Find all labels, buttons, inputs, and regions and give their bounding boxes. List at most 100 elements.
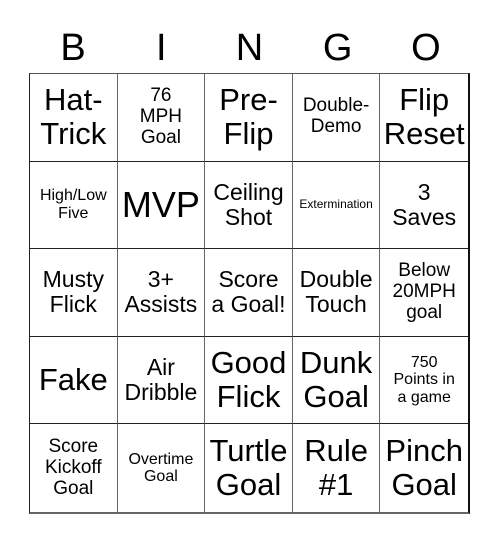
bingo-cell[interactable]: Flip Reset [380, 74, 468, 162]
bingo-cell-line: Goal [303, 379, 369, 415]
bingo-cell-line: Double- [302, 95, 370, 117]
bingo-cell-text: Fake [38, 362, 108, 398]
bingo-cell-text: Score a Goal! [211, 266, 285, 318]
bingo-cell-line: Ceiling [213, 178, 284, 205]
header-letter-b: B [60, 27, 86, 69]
bingo-cell-line: MPH [139, 105, 182, 127]
bingo-cell[interactable]: Air Dribble [117, 336, 206, 425]
bingo-cell[interactable]: Ceiling Shot [205, 161, 293, 250]
bingo-cell[interactable]: Fake [30, 336, 118, 425]
bingo-cell-line: 76 [150, 84, 172, 106]
bingo-cell[interactable]: Pinch Goal [380, 424, 468, 512]
bingo-cell[interactable]: Score Kickoff Goal [30, 424, 118, 512]
header-letter-n: N [235, 27, 264, 69]
bingo-cell-line: Reset [383, 116, 465, 152]
bingo-cell-line: Goal [143, 468, 178, 486]
bingo-cell[interactable]: Below 20MPH goal [380, 249, 468, 337]
bingo-cell-line: Flip [223, 116, 274, 152]
bingo-cell-text: Double- Demo [303, 96, 370, 138]
bingo-cell-line: Dunk [299, 345, 373, 380]
bingo-cell-line: Assists [124, 291, 198, 318]
bingo-cell[interactable]: Score a Goal! [205, 249, 293, 337]
bingo-cell-line: Goal [53, 477, 94, 499]
bingo-cell-text: Double Touch [299, 266, 373, 318]
header-letter-o: O [411, 27, 441, 69]
bingo-cell[interactable]: 3 Saves [380, 162, 468, 250]
bingo-cell[interactable]: Overtime Goal [118, 424, 206, 512]
bingo-cell-text: Overtime Goal [128, 451, 193, 486]
header-letter-g: G [322, 27, 353, 69]
bingo-cell-line: 3+ [147, 266, 174, 293]
bingo-cell-line: Trick [40, 116, 107, 152]
bingo-cell-line: 20MPH [392, 281, 456, 303]
bingo-cell-line: Flip [399, 82, 450, 118]
bingo-cell-text: High/Low Five [40, 187, 107, 222]
bingo-cell-text: Good Flick [210, 345, 287, 415]
bingo-cell-line: Dribble [124, 379, 198, 406]
bingo-cell-text: MVP [122, 185, 200, 225]
bingo-cell-line: Flick [49, 291, 97, 318]
bingo-cell-text: Rule #1 [304, 433, 368, 503]
bingo-cell-line: Overtime [128, 450, 194, 468]
bingo-cell-line: Points in [393, 371, 455, 389]
bingo-cell-text: Pinch Goal [385, 433, 463, 503]
bingo-cell-text: Below 20MPH goal [392, 260, 456, 324]
bingo-cell[interactable]: Turtle Goal [205, 424, 293, 512]
bingo-cell-line: High/Low [39, 187, 107, 205]
bingo-cell[interactable]: Dunk Goal [292, 336, 381, 425]
bingo-cell-line: Kickoff [44, 456, 102, 478]
bingo-cell-line: Fake [38, 362, 108, 398]
bingo-cell-line: goal [406, 301, 443, 323]
bingo-cell-text: Pre- Flip [219, 83, 278, 151]
bingo-cell[interactable]: MVP [117, 161, 206, 250]
bingo-cell-line: Five [58, 204, 89, 222]
bingo-cell[interactable]: Pre- Flip [205, 74, 293, 162]
bingo-cell-line: Turtle [209, 433, 288, 469]
bingo-cell-line: Flick [216, 379, 281, 415]
bingo-cell-line: Touch [305, 291, 367, 318]
bingo-cell-text: Ceiling Shot [213, 178, 284, 231]
bingo-cell[interactable]: Good Flick [205, 336, 293, 425]
bingo-cell-text: Air Dribble [124, 353, 198, 406]
bingo-cell-text: 3 Saves [392, 178, 456, 231]
bingo-cell[interactable]: 76 MPH Goal [117, 74, 206, 162]
bingo-cell-line: Score [218, 266, 279, 293]
bingo-cell-line: Good [210, 345, 287, 380]
bingo-cell-line: Goal [391, 467, 457, 503]
bingo-cell-line: #1 [318, 467, 354, 503]
bingo-cell-text: Hat- Trick [40, 83, 106, 151]
bingo-cell[interactable]: Rule #1 [293, 424, 381, 512]
bingo-cell-line: Air [146, 353, 175, 380]
bingo-cell[interactable]: Musty Flick [30, 249, 118, 337]
bingo-cell-line: Goal [140, 126, 181, 148]
bingo-cell-text: Extermination [299, 198, 372, 211]
bingo-card-grid: Hat- Trick 76 MPH Goal Pre- Flip Double- Demo Fli… [29, 73, 470, 514]
bingo-cell-line: 750 [410, 353, 438, 371]
bingo-cell[interactable]: High/Low Five [30, 161, 118, 250]
bingo-cell-text: Musty Flick [42, 266, 104, 318]
bingo-cell-line: Rule [304, 433, 368, 469]
bingo-cell[interactable]: 750 Points in a game [380, 337, 468, 425]
bingo-cell-line: Musty [42, 266, 104, 293]
bingo-header: B I N G O [29, 24, 470, 72]
bingo-cell-line: Shot [224, 203, 273, 230]
bingo-cell[interactable]: Hat- Trick [30, 74, 118, 162]
bingo-cell-text: 750 Points in a game [394, 354, 455, 407]
bingo-cell[interactable]: Extermination [292, 161, 381, 250]
bingo-cell-line: Pinch [385, 433, 463, 469]
bingo-cell[interactable]: Double Touch [292, 249, 381, 337]
bingo-cell-line: Double [299, 266, 373, 293]
bingo-cell-line: Score [48, 435, 99, 457]
bingo-cell-line: Extermination [299, 197, 373, 212]
bingo-cell[interactable]: Double- Demo [292, 74, 381, 162]
bingo-cell[interactable]: 3+ Assists [117, 249, 206, 337]
bingo-cell-text: Dunk Goal [299, 345, 373, 415]
bingo-cell-line: 3 [417, 178, 431, 205]
bingo-cell-line: a game [397, 388, 451, 406]
bingo-cell-text: Turtle Goal [209, 433, 288, 503]
bingo-cell-text: 3+ Assists [124, 266, 198, 318]
bingo-cell-text: 76 MPH Goal [139, 84, 182, 149]
bingo-cell-text: Flip Reset [384, 83, 465, 151]
bingo-cell-line: Hat- [44, 82, 103, 118]
bingo-cell-line: Goal [215, 467, 282, 503]
